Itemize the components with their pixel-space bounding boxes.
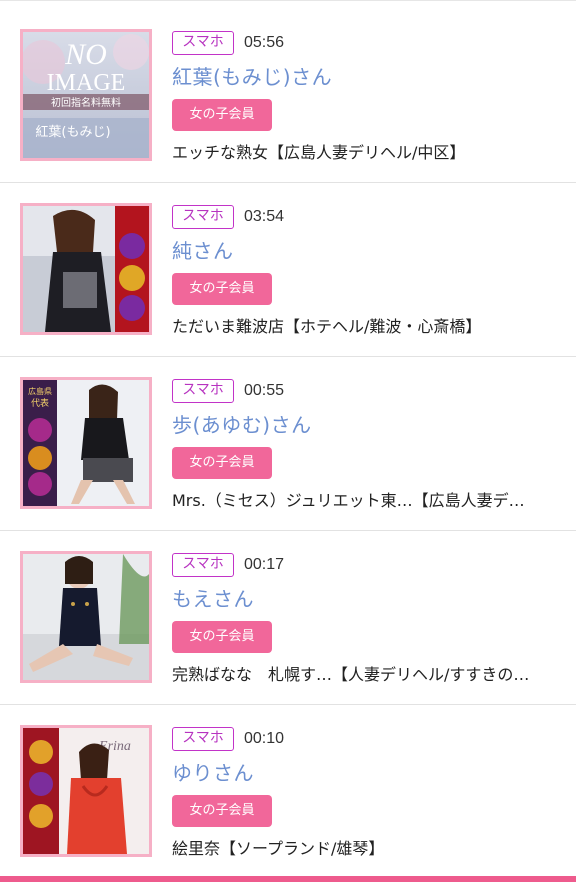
shop-name[interactable]: ただいま難波店【ホテヘル/難波・心斎橋】 (172, 315, 562, 339)
login-time: 05:56 (244, 34, 285, 51)
login-time: 00:17 (244, 556, 285, 573)
device-tag: スマホ (172, 205, 234, 229)
profile-thumbnail[interactable]: Erina (20, 725, 152, 857)
list-item[interactable]: 広島県 代表 スマホ 00:55 歩(あゆむ)さん 女の子会員 Mrs.（ミセス… (0, 357, 576, 531)
device-tag: スマホ (172, 31, 234, 55)
svg-text:NO: NO (64, 38, 107, 71)
svg-text:紅葉(もみじ): 紅葉(もみじ) (35, 125, 110, 140)
list-item[interactable]: NO IMAGE 初回指名料無料 紅葉(もみじ) スマホ 05:56 紅葉(もみ… (0, 9, 576, 183)
profile-photo (23, 554, 149, 680)
member-type-badge: 女の子会員 (172, 99, 272, 131)
profile-photo (23, 206, 149, 332)
no-image-placeholder: NO IMAGE 初回指名料無料 紅葉(もみじ) (23, 32, 149, 158)
member-name-link[interactable]: 歩(あゆむ)さん (172, 411, 312, 439)
profile-thumbnail[interactable]: 広島県 代表 (20, 377, 152, 509)
member-name-link[interactable]: ゆりさん (172, 759, 254, 787)
device-tag: スマホ (172, 379, 234, 403)
svg-text:代表: 代表 (31, 397, 49, 409)
profile-photo: 広島県 代表 (23, 380, 149, 506)
member-type-badge: 女の子会員 (172, 273, 272, 305)
member-type-badge: 女の子会員 (172, 795, 272, 827)
svg-text:初回指名料無料: 初回指名料無料 (51, 96, 121, 109)
login-time: 00:55 (244, 382, 285, 399)
shop-name[interactable]: Mrs.（ミセス）ジュリエット東…【広島人妻デ… (172, 489, 562, 513)
svg-text:広島県: 広島県 (28, 386, 52, 396)
device-tag: スマホ (172, 553, 234, 577)
shop-name[interactable]: 絵里奈【ソープランド/雄琴】 (172, 837, 562, 861)
shop-name[interactable]: エッチな熟女【広島人妻デリヘル/中区】 (172, 141, 562, 165)
profile-thumbnail[interactable]: NO IMAGE 初回指名料無料 紅葉(もみじ) (20, 29, 152, 161)
svg-text:IMAGE: IMAGE (47, 70, 126, 96)
login-time: 03:54 (244, 208, 285, 225)
login-time: 00:10 (244, 730, 285, 747)
member-name-link[interactable]: 純さん (172, 237, 234, 265)
bottom-accent-bar (0, 876, 576, 882)
list-item[interactable]: スマホ 03:54 純さん 女の子会員 ただいま難波店【ホテヘル/難波・心斎橋】 (0, 183, 576, 357)
profile-thumbnail[interactable] (20, 203, 152, 335)
member-name-link[interactable]: もえさん (172, 585, 254, 613)
device-tag: スマホ (172, 727, 234, 751)
member-type-badge: 女の子会員 (172, 447, 272, 479)
list-item[interactable]: Erina スマホ 00:10 ゆりさん 女の子会員 絵里奈【ソープランド/雄琴… (0, 705, 576, 879)
profile-photo: Erina (23, 728, 149, 854)
member-name-link[interactable]: 紅葉(もみじ)さん (172, 63, 332, 91)
member-type-badge: 女の子会員 (172, 621, 272, 653)
message-list: NO IMAGE 初回指名料無料 紅葉(もみじ) スマホ 05:56 紅葉(もみ… (0, 0, 576, 882)
profile-thumbnail[interactable] (20, 551, 152, 683)
shop-name[interactable]: 完熟ばなな 札幌す…【人妻デリヘル/すすきの… (172, 663, 562, 687)
list-item[interactable]: スマホ 00:17 もえさん 女の子会員 完熟ばなな 札幌す…【人妻デリヘル/す… (0, 531, 576, 705)
